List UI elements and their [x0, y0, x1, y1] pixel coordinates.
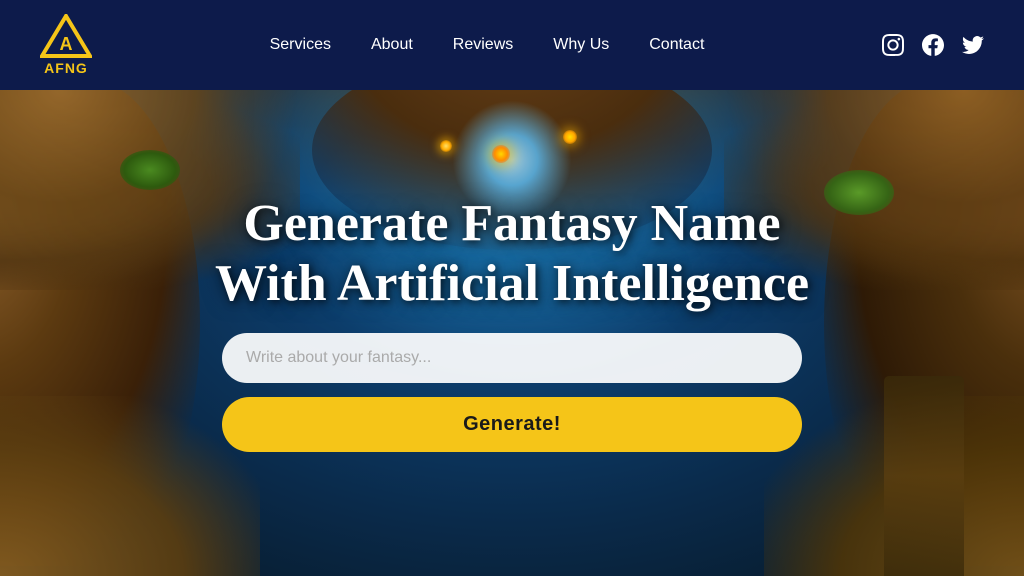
logo-icon: A	[40, 14, 92, 58]
facebook-icon[interactable]	[922, 34, 944, 56]
navbar: A AFNG Services About Reviews Why Us Con…	[0, 0, 1024, 90]
svg-text:A: A	[60, 34, 73, 54]
hero-input-area: Generate!	[222, 333, 802, 452]
instagram-icon[interactable]	[882, 34, 904, 56]
hero-section: Generate Fantasy Name With Artificial In…	[0, 90, 1024, 576]
nav-item-services[interactable]: Services	[270, 36, 331, 53]
nav-item-why-us[interactable]: Why Us	[553, 36, 609, 53]
social-icons	[882, 34, 984, 56]
lantern-1	[492, 145, 510, 163]
fantasy-input[interactable]	[222, 333, 802, 383]
logo-text: AFNG	[44, 60, 88, 76]
nav-item-contact[interactable]: Contact	[649, 36, 704, 53]
twitter-icon[interactable]	[962, 34, 984, 56]
nav-item-about[interactable]: About	[371, 36, 413, 53]
hero-content: Generate Fantasy Name With Artificial In…	[0, 194, 1024, 453]
generate-button[interactable]: Generate!	[222, 397, 802, 452]
logo[interactable]: A AFNG	[40, 14, 92, 76]
hero-title: Generate Fantasy Name With Artificial In…	[215, 194, 809, 314]
nav-links: Services About Reviews Why Us Contact	[270, 36, 705, 54]
foliage-left	[120, 150, 180, 190]
nav-item-reviews[interactable]: Reviews	[453, 36, 513, 53]
